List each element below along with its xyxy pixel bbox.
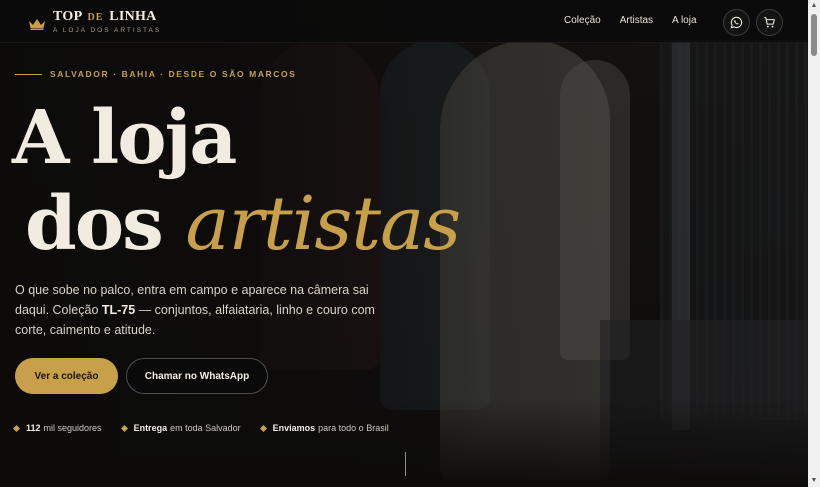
site-header: TOP DE LINHA A LOJA DOS ARTISTAS Coleção… (0, 0, 808, 43)
brand-subtitle: A LOJA DOS ARTISTAS (53, 27, 162, 34)
view-collection-button[interactable]: Ver a coleção (15, 358, 118, 394)
hero-eyebrow: SALVADOR · BAHIA · DESDE O SÃO MARCOS (15, 69, 297, 79)
whatsapp-button[interactable] (723, 9, 750, 36)
page-scrollbar[interactable]: ▲ ▼ (808, 0, 820, 487)
diamond-icon (120, 424, 128, 432)
brand-logo[interactable]: TOP DE LINHA A LOJA DOS ARTISTAS (28, 9, 161, 35)
scroll-up-arrow-icon[interactable]: ▲ (810, 2, 818, 10)
nav-link-a-loja[interactable]: A loja (672, 15, 696, 26)
diamond-icon (259, 424, 267, 432)
whatsapp-icon (730, 16, 743, 29)
cart-button[interactable] (756, 9, 783, 36)
crown-icon (29, 18, 45, 30)
scroll-indicator-line (405, 452, 406, 476)
scroll-thumb[interactable] (811, 14, 817, 56)
fact-shipping: Enviamos para todo o Brasil (259, 423, 389, 433)
nav-link-artistas[interactable]: Artistas (620, 15, 653, 26)
hero-headline: A loja dos artistas (12, 95, 462, 267)
fact-delivery: Entrega em toda Salvador (120, 423, 241, 433)
collection-code: TL-75 (101, 303, 136, 317)
eyebrow-text: SALVADOR · BAHIA · DESDE O SÃO MARCOS (50, 69, 297, 79)
hero-facts: 112 mil seguidores Entrega em toda Salvado… (12, 423, 389, 433)
diamond-icon (12, 424, 21, 432)
main-nav: Coleção Artistas A loja (564, 15, 697, 26)
brand-title: TOP DE LINHA (53, 9, 157, 24)
scroll-down-arrow-icon[interactable]: ▼ (810, 477, 818, 485)
fact-followers: 112 mil seguidores (12, 423, 102, 433)
nav-link-colecao[interactable]: Coleção (564, 15, 601, 26)
headline-accent-word: artistas (185, 181, 462, 267)
whatsapp-cta-button[interactable]: Chamar no WhatsApp (126, 358, 268, 394)
cart-icon (764, 17, 775, 28)
eyebrow-divider (15, 73, 42, 75)
headline-line-1: A loja (12, 95, 237, 181)
headline-line-2: dos artistas (25, 181, 462, 267)
hero-description: O que sobe no palco, entra em campo e ap… (15, 283, 375, 337)
headline-plain-word: dos (25, 181, 164, 267)
